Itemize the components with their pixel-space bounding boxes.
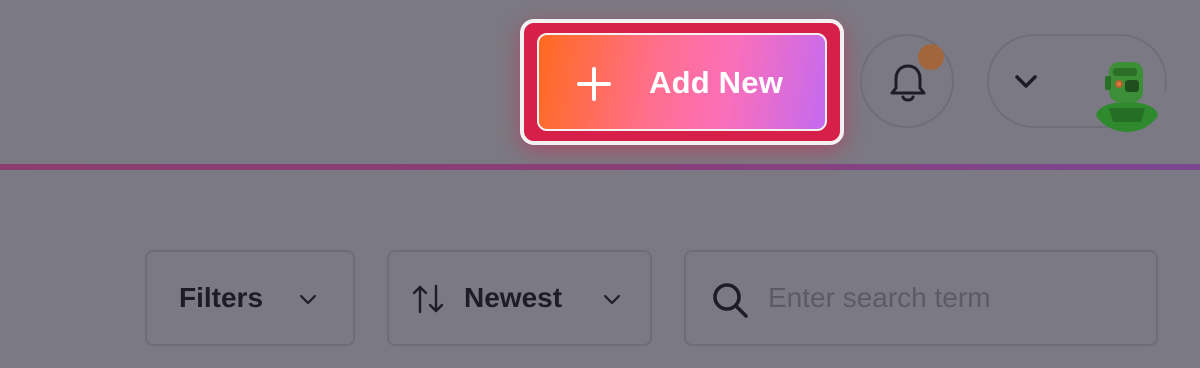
header-divider [0,164,1200,170]
notification-dot [918,44,944,70]
top-bar: Add New [0,0,1200,164]
robot-avatar-icon [1089,56,1165,132]
avatar [1089,56,1165,132]
sort-icon [412,284,444,314]
notifications-button[interactable] [860,34,954,128]
chevron-down-icon [299,294,317,305]
search-input[interactable] [768,276,1138,320]
user-menu[interactable] [987,34,1167,132]
plus-icon [577,67,611,101]
search-box[interactable] [684,250,1158,346]
chevron-down-icon [603,294,621,305]
sort-label: Newest [464,282,563,313]
filters-button[interactable]: Filters [145,250,355,346]
add-new-button[interactable]: Add New [537,33,827,131]
chevron-down-icon [1015,75,1037,88]
page: Add New Filters Newest Enter search term [0,0,1200,368]
filters-label: Filters [179,282,264,313]
sort-button[interactable]: Newest [387,250,652,346]
add-new-label: Add New [649,65,784,100]
search-icon [713,283,748,318]
